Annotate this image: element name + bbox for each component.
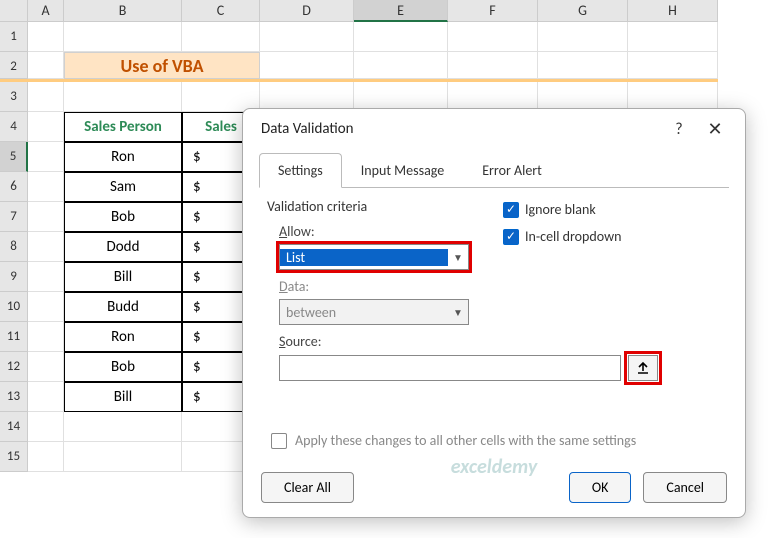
column-header-row: ABCDEFGH xyxy=(0,0,718,22)
row-header-3[interactable]: 3 xyxy=(0,82,28,112)
cell-A3[interactable] xyxy=(28,82,64,112)
data-dropdown: between ▼ xyxy=(279,299,469,325)
col-header-H[interactable]: H xyxy=(628,0,718,22)
col-header-F[interactable]: F xyxy=(448,0,538,22)
row-header-13[interactable]: 13 xyxy=(0,382,28,412)
cell-C1[interactable] xyxy=(182,22,260,52)
cell-F1[interactable] xyxy=(448,22,538,52)
cell-A6[interactable] xyxy=(28,172,64,202)
row-header-1[interactable]: 1 xyxy=(0,22,28,52)
row-header-2[interactable]: 2 xyxy=(0,52,28,79)
cell-A14[interactable] xyxy=(28,412,64,442)
incell-dropdown-checkbox[interactable]: ✓ In-cell dropdown xyxy=(503,228,621,245)
cell-A5[interactable] xyxy=(28,142,64,172)
row-header-8[interactable]: 8 xyxy=(0,232,28,262)
cell-A1[interactable] xyxy=(28,22,64,52)
data-label: Data: xyxy=(279,278,721,295)
cell-H1[interactable] xyxy=(628,22,718,52)
chevron-down-icon: ▼ xyxy=(448,251,468,264)
col-header-B[interactable]: B xyxy=(64,0,182,22)
apply-changes-checkbox: Apply these changes to all other cells w… xyxy=(271,432,721,449)
cell-A13[interactable] xyxy=(28,382,64,412)
checkbox-group: ✓ Ignore blank ✓ In-cell dropdown xyxy=(503,201,621,255)
source-label: Source: xyxy=(279,333,721,350)
cell-B6[interactable]: Sam xyxy=(64,172,182,202)
chevron-down-icon: ▼ xyxy=(448,306,468,319)
cell-A10[interactable] xyxy=(28,292,64,322)
cell-B8[interactable]: Dodd xyxy=(64,232,182,262)
row-header-12[interactable]: 12 xyxy=(0,352,28,382)
ignore-blank-checkbox[interactable]: ✓ Ignore blank xyxy=(503,201,621,218)
dialog-titlebar: Data Validation ? ✕ xyxy=(243,109,745,149)
cell-B3[interactable] xyxy=(64,82,182,112)
cell-A15[interactable] xyxy=(28,442,64,472)
cell-B14[interactable] xyxy=(64,412,182,442)
cell-A12[interactable] xyxy=(28,352,64,382)
col-header-G[interactable]: G xyxy=(538,0,628,22)
check-icon: ✓ xyxy=(503,202,519,218)
cell-F2[interactable] xyxy=(448,52,538,79)
tab-settings[interactable]: Settings xyxy=(259,153,342,188)
collapse-icon xyxy=(636,361,650,375)
cell-A9[interactable] xyxy=(28,262,64,292)
allow-dropdown[interactable]: List ▼ xyxy=(279,244,469,270)
cell-E2[interactable] xyxy=(354,52,448,79)
cell-B5[interactable]: Ron xyxy=(64,142,182,172)
range-picker-button[interactable] xyxy=(628,355,658,381)
cell-B9[interactable]: Bill xyxy=(64,262,182,292)
tab-input-message[interactable]: Input Message xyxy=(342,153,463,188)
cell-E1[interactable] xyxy=(354,22,448,52)
row-header-10[interactable]: 10 xyxy=(0,292,28,322)
col-header-D[interactable]: D xyxy=(260,0,354,22)
cell-D2[interactable] xyxy=(260,52,354,79)
row-header-11[interactable]: 11 xyxy=(0,322,28,352)
cell-A2[interactable] xyxy=(28,52,64,79)
tab-error-alert[interactable]: Error Alert xyxy=(463,153,561,188)
validation-legend: Validation criteria xyxy=(267,198,721,215)
col-header-C[interactable]: C xyxy=(182,0,260,22)
checkbox-icon xyxy=(271,433,287,449)
row-header-7[interactable]: 7 xyxy=(0,202,28,232)
settings-panel: Validation criteria Allow: List ▼ Data: … xyxy=(243,188,745,459)
dialog-tabs: SettingsInput MessageError Alert xyxy=(243,149,745,188)
close-button[interactable]: ✕ xyxy=(697,118,733,140)
cell-A4[interactable] xyxy=(28,112,64,142)
cell-B7[interactable]: Bob xyxy=(64,202,182,232)
row-header-15[interactable]: 15 xyxy=(0,442,28,472)
cell-B4[interactable]: Sales Person xyxy=(64,112,182,142)
cell-G2[interactable] xyxy=(538,52,628,79)
col-header-A[interactable]: A xyxy=(28,0,64,22)
data-validation-dialog: Data Validation ? ✕ SettingsInput Messag… xyxy=(242,108,746,518)
cell-B11[interactable]: Ron xyxy=(64,322,182,352)
cell-A11[interactable] xyxy=(28,322,64,352)
cell-A7[interactable] xyxy=(28,202,64,232)
row-header-6[interactable]: 6 xyxy=(0,172,28,202)
row-header-14[interactable]: 14 xyxy=(0,412,28,442)
row-header-9[interactable]: 9 xyxy=(0,262,28,292)
cell-B1[interactable] xyxy=(64,22,182,52)
cell-B2[interactable]: Use of VBA xyxy=(64,52,260,79)
cell-B15[interactable] xyxy=(64,442,182,472)
check-icon: ✓ xyxy=(503,229,519,245)
row-header-4[interactable]: 4 xyxy=(0,112,28,142)
cell-H2[interactable] xyxy=(628,52,718,79)
cell-B10[interactable]: Budd xyxy=(64,292,182,322)
dialog-title: Data Validation xyxy=(261,120,661,138)
clear-all-button[interactable]: Clear All xyxy=(261,472,354,503)
cell-D1[interactable] xyxy=(260,22,354,52)
cell-A8[interactable] xyxy=(28,232,64,262)
cell-G1[interactable] xyxy=(538,22,628,52)
cell-B12[interactable]: Bob xyxy=(64,352,182,382)
row-header-5[interactable]: 5 xyxy=(0,142,28,172)
source-input[interactable] xyxy=(279,355,621,381)
cancel-button[interactable]: Cancel xyxy=(643,472,727,503)
ok-button[interactable]: OK xyxy=(569,472,632,503)
cell-B13[interactable]: Bill xyxy=(64,382,182,412)
col-header-E[interactable]: E xyxy=(354,0,448,22)
allow-label: Allow: xyxy=(279,223,721,240)
dialog-footer: Clear All OK Cancel xyxy=(261,472,727,503)
help-button[interactable]: ? xyxy=(661,120,697,139)
